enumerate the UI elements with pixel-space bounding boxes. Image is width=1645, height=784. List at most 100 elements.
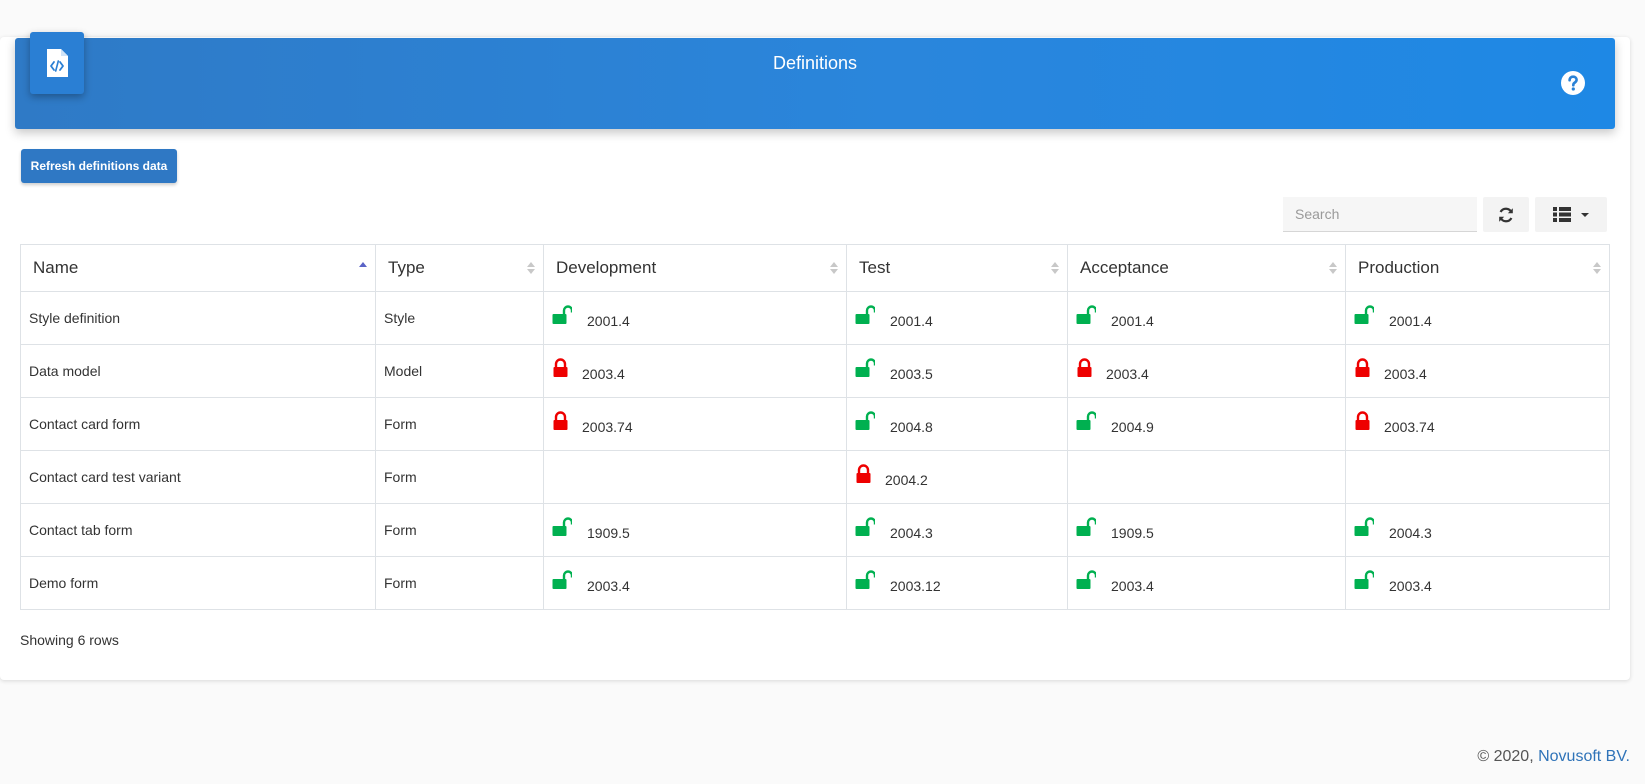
column-header-name[interactable]: Name <box>20 244 376 292</box>
column-header-label: Name <box>33 258 79 277</box>
column-header-label: Test <box>859 258 891 277</box>
column-header-production[interactable]: Production <box>1345 244 1610 292</box>
table-row: Contact card form Form 2003.74 2004.8 2004.9… <box>20 397 1610 451</box>
column-header-type[interactable]: Type <box>375 244 544 292</box>
version-cell: 2003.74 <box>1345 397 1610 451</box>
version-number: 2001.4 <box>1389 313 1432 329</box>
definition-type: Model <box>375 344 544 398</box>
definition-name: Style definition <box>20 291 376 345</box>
column-header-test[interactable]: Test <box>846 244 1068 292</box>
version-cell: 2003.4 <box>543 556 847 610</box>
sort-icon <box>527 262 535 274</box>
version-cell: 2003.74 <box>543 397 847 451</box>
version-number: 1909.5 <box>587 525 630 541</box>
column-header-acceptance[interactable]: Acceptance <box>1067 244 1346 292</box>
lock-open-icon <box>855 517 875 536</box>
refresh-table-button[interactable] <box>1483 197 1529 232</box>
version-cell: 2003.4 <box>1067 556 1346 610</box>
lock-closed-icon <box>1077 358 1092 377</box>
version-number: 2004.2 <box>885 472 928 488</box>
version-cell: 2003.5 <box>846 344 1068 398</box>
version-number: 2004.3 <box>890 525 933 541</box>
column-header-label: Development <box>556 258 657 277</box>
search-input[interactable] <box>1283 197 1477 232</box>
lock-open-icon <box>1354 517 1374 536</box>
column-header-label: Production <box>1358 258 1440 277</box>
lock-open-icon <box>1076 411 1096 430</box>
lock-open-icon <box>1354 570 1374 589</box>
lock-open-icon <box>855 305 875 324</box>
version-cell: 2003.4 <box>1067 344 1346 398</box>
definition-name: Contact tab form <box>20 503 376 557</box>
page-title: Definitions <box>772 53 858 73</box>
copyright-footer: © 2020, Novusoft BV. <box>1477 748 1630 766</box>
version-cell: 2001.4 <box>1067 291 1346 345</box>
version-cell: 2004.8 <box>846 397 1068 451</box>
column-header-label: Acceptance <box>1080 258 1169 277</box>
version-number: 2003.4 <box>1111 578 1154 594</box>
version-cell <box>543 450 847 504</box>
copyright-text: © 2020, <box>1477 748 1539 765</box>
definition-type: Form <box>375 556 544 610</box>
definition-name: Data model <box>20 344 376 398</box>
lock-open-icon <box>855 570 875 589</box>
version-number: 1909.5 <box>1111 525 1154 541</box>
lock-closed-icon <box>1355 358 1370 377</box>
lock-closed-icon <box>553 358 568 377</box>
version-cell: 2001.4 <box>1345 291 1610 345</box>
table-row: Style definition Style 2001.4 2001.4 2001.4 2… <box>20 291 1610 345</box>
definition-type: Style <box>375 291 544 345</box>
version-cell: 2003.12 <box>846 556 1068 610</box>
definition-name: Contact card form <box>20 397 376 451</box>
lock-closed-icon <box>856 464 871 483</box>
version-number: 2003.4 <box>1106 366 1149 382</box>
definition-name: Demo form <box>20 556 376 610</box>
header-banner: Definitions <box>15 32 1615 129</box>
refresh-definitions-button[interactable]: Refresh definitions data <box>21 149 177 183</box>
version-cell: 2003.4 <box>1345 344 1610 398</box>
question-circle-icon[interactable] <box>1560 70 1586 96</box>
version-number: 2004.8 <box>890 419 933 435</box>
sync-icon <box>1499 207 1513 222</box>
definition-name: Contact card test variant <box>20 450 376 504</box>
version-cell: 2001.4 <box>846 291 1068 345</box>
chevron-down-icon <box>1581 212 1589 217</box>
version-number: 2001.4 <box>587 313 630 329</box>
sort-icon <box>1051 262 1059 274</box>
version-number: 2004.9 <box>1111 419 1154 435</box>
company-link[interactable]: Novusoft BV. <box>1538 748 1630 765</box>
definition-type: Form <box>375 450 544 504</box>
version-number: 2003.12 <box>890 578 941 594</box>
version-cell: 2004.3 <box>1345 503 1610 557</box>
sort-icon <box>359 262 367 267</box>
table-row: Data model Model 2003.4 2003.5 2003.4 2003.4 <box>20 344 1610 398</box>
columns-toggle-button[interactable] <box>1535 197 1607 232</box>
lock-open-icon <box>552 570 572 589</box>
lock-open-icon <box>1076 570 1096 589</box>
version-number: 2003.74 <box>582 419 633 435</box>
version-number: 2003.5 <box>890 366 933 382</box>
version-number: 2003.74 <box>1384 419 1435 435</box>
definition-type: Form <box>375 397 544 451</box>
lock-open-icon <box>1076 517 1096 536</box>
version-cell: 2004.3 <box>846 503 1068 557</box>
lock-closed-icon <box>553 411 568 430</box>
column-header-development[interactable]: Development <box>543 244 847 292</box>
lock-open-icon <box>1354 305 1374 324</box>
lock-open-icon <box>855 411 875 430</box>
table-row: Contact card test variant Form 2004.2 <box>20 450 1610 504</box>
version-cell <box>1067 450 1346 504</box>
column-header-label: Type <box>388 258 425 277</box>
sort-icon <box>1329 262 1337 274</box>
sort-icon <box>830 262 838 274</box>
table-header-row: Name Type Development Test Acceptance Product… <box>20 244 1610 292</box>
version-number: 2003.4 <box>582 366 625 382</box>
version-number: 2001.4 <box>1111 313 1154 329</box>
lock-open-icon <box>1076 305 1096 324</box>
lock-open-icon <box>552 517 572 536</box>
version-cell: 2001.4 <box>543 291 847 345</box>
lock-open-icon <box>855 358 875 377</box>
version-cell: 1909.5 <box>543 503 847 557</box>
version-cell: 2004.2 <box>846 450 1068 504</box>
version-cell: 2004.9 <box>1067 397 1346 451</box>
